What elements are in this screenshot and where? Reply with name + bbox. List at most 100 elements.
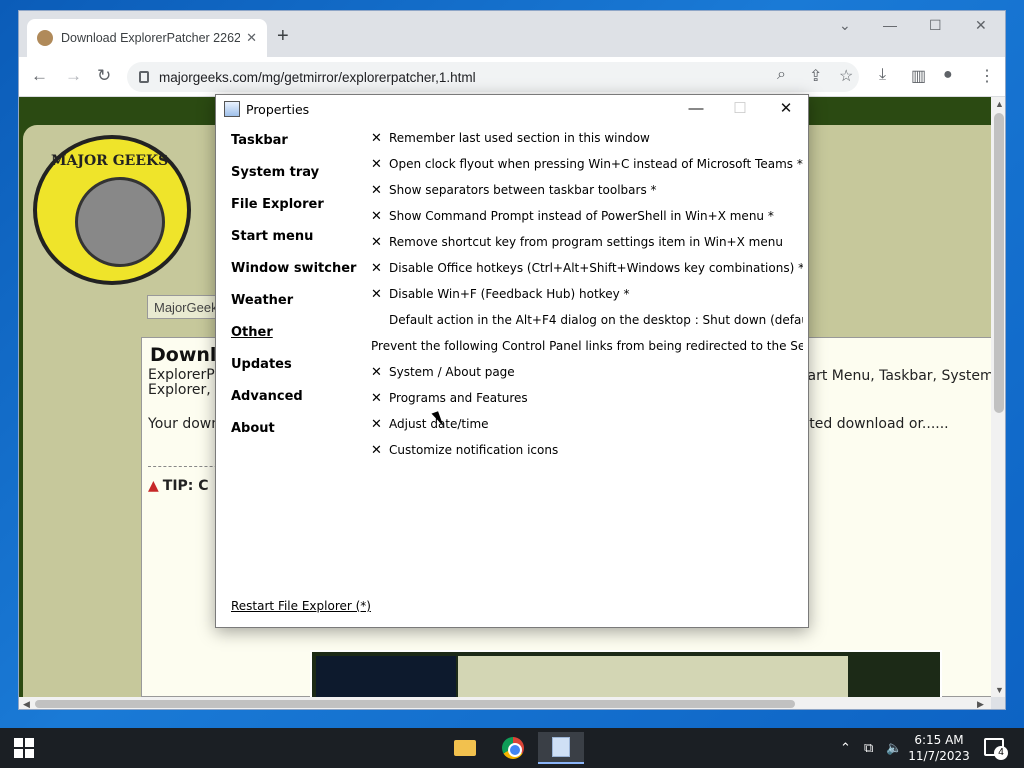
majorgeeks-logo[interactable]: MAJOR GEEKS (33, 135, 191, 285)
restart-file-explorer-link[interactable]: Restart File Explorer (*) (231, 599, 371, 613)
taskbar: ⌃ ⧉ 🔈 6:15 AM 11/7/2023 4 (0, 728, 1024, 768)
bookmark-star-icon[interactable]: ☆ (839, 66, 853, 86)
dialog-title: Properties (246, 102, 310, 117)
check-mark-icon: ✕ (371, 208, 382, 224)
option-label: Open clock flyout when pressing Win+C in… (389, 157, 803, 171)
download-status-right: sted download or...... (802, 416, 949, 432)
nav-item-taskbar[interactable]: Taskbar (231, 125, 371, 157)
check-mark-icon: ✕ (371, 364, 382, 380)
nav-item-system-tray[interactable]: System tray (231, 157, 371, 189)
horizontal-scroll-thumb[interactable] (35, 700, 795, 708)
scroll-left-icon[interactable]: ◀ (23, 699, 30, 709)
thumbnail-desktop (316, 656, 456, 697)
browser-tab[interactable]: Download ExplorerPatcher 2262 ✕ (27, 19, 267, 57)
option-alt-f4-default-action[interactable]: Default action in the Alt+F4 dialog on t… (371, 307, 803, 333)
close-window-button[interactable]: ✕ (975, 17, 987, 34)
option-label: Prevent the following Control Panel link… (371, 339, 803, 353)
notification-count-badge: 4 (994, 746, 1008, 760)
warning-icon: ▲ (148, 478, 159, 494)
side-panel-icon[interactable]: ▥ (911, 66, 926, 86)
back-button[interactable]: ← (31, 66, 48, 86)
tab-title: Download ExplorerPatcher 2262 (61, 31, 241, 45)
check-mark-icon: ✕ (371, 130, 382, 146)
maximize-button[interactable]: ☐ (929, 17, 942, 34)
option-label: Show separators between taskbar toolbars… (389, 183, 657, 197)
option-disable-office-hotkeys[interactable]: ✕ Disable Office hotkeys (Ctrl+Alt+Shift+… (371, 255, 803, 281)
option-system-about-page[interactable]: ✕ System / About page (371, 359, 803, 385)
windows-logo-icon (25, 749, 34, 758)
option-label: System / About page (389, 365, 515, 379)
tray-chevron-icon[interactable]: ⌃ (840, 740, 851, 756)
tab-close-icon[interactable]: ✕ (246, 30, 257, 46)
control-panel-links-heading: Prevent the following Control Panel link… (371, 333, 803, 359)
nav-item-about[interactable]: About (231, 413, 371, 445)
dialog-minimize-button[interactable]: — (676, 98, 716, 122)
option-command-prompt[interactable]: ✕ Show Command Prompt instead of PowerShe… (371, 203, 803, 229)
option-programs-features[interactable]: ✕ Programs and Features (371, 385, 803, 411)
logo-text: MAJOR GEEKS (51, 153, 169, 169)
dialog-titlebar[interactable]: Properties — ☐ ✕ (216, 95, 808, 123)
scroll-right-icon[interactable]: ▶ (977, 699, 984, 709)
option-customize-notification-icons[interactable]: ✕ Customize notification icons (371, 437, 803, 463)
vertical-scroll-thumb[interactable] (994, 113, 1004, 413)
option-toolbar-separators[interactable]: ✕ Show separators between taskbar toolbar… (371, 177, 803, 203)
start-button[interactable] (14, 738, 34, 758)
tip-label: TIP: C (162, 478, 209, 494)
scroll-down-icon[interactable]: ▼ (995, 685, 1004, 695)
taskbar-file-explorer[interactable] (442, 732, 488, 764)
taskbar-properties[interactable] (538, 732, 584, 764)
reload-button[interactable]: ↻ (97, 66, 111, 86)
menu-icon[interactable]: ⋮ (979, 66, 995, 86)
new-tab-button[interactable]: + (277, 25, 289, 48)
nav-item-start-menu[interactable]: Start menu (231, 221, 371, 253)
taskbar-chrome[interactable] (490, 732, 536, 764)
tab-strip: Download ExplorerPatcher 2262 ✕ + ⌄ — ☐ … (19, 11, 1005, 57)
nav-item-window-switcher[interactable]: Window switcher (231, 253, 371, 285)
profile-icon[interactable]: ● (943, 66, 953, 84)
check-mark-icon: ✕ (371, 234, 382, 250)
zoom-icon[interactable]: ⌕ (777, 66, 786, 84)
download-icon[interactable]: ⤓ (879, 66, 886, 84)
check-mark-icon: ✕ (371, 416, 382, 432)
folder-icon (454, 740, 476, 756)
volume-icon[interactable]: 🔈 (886, 740, 902, 756)
system-clock[interactable]: 6:15 AM 11/7/2023 (908, 732, 970, 764)
check-mark-icon: ✕ (371, 182, 382, 198)
vertical-scrollbar[interactable]: ▲ ▼ (991, 97, 1005, 697)
option-remove-shortcut-key[interactable]: ✕ Remove shortcut key from program settin… (371, 229, 803, 255)
download-description-right: tart Menu, Taskbar, System (802, 368, 991, 384)
scroll-up-icon[interactable]: ▲ (995, 99, 1004, 109)
tip-text: ▲ TIP: C (148, 478, 209, 494)
tab-search-icon[interactable]: ⌄ (839, 17, 851, 34)
option-clock-flyout[interactable]: ✕ Open clock flyout when pressing Win+C i… (371, 151, 803, 177)
clock-date: 11/7/2023 (908, 749, 970, 763)
dialog-close-button[interactable]: ✕ (766, 98, 806, 122)
option-disable-win-f[interactable]: ✕ Disable Win+F (Feedback Hub) hotkey * (371, 281, 803, 307)
address-bar[interactable]: majorgeeks.com/mg/getmirror/explorerpatc… (127, 62, 859, 92)
favicon-icon (37, 30, 53, 46)
option-label: Remove shortcut key from program setting… (389, 235, 783, 249)
properties-dialog: Properties — ☐ ✕ Taskbar System tray Fil… (215, 94, 809, 628)
minimize-button[interactable]: — (883, 17, 897, 33)
horizontal-scrollbar[interactable]: ◀ ▶ (19, 697, 991, 709)
url-text: majorgeeks.com/mg/getmirror/explorerpatc… (159, 69, 476, 85)
nav-item-updates[interactable]: Updates (231, 349, 371, 381)
nav-item-other[interactable]: Other (231, 317, 371, 349)
properties-app-icon (224, 101, 240, 117)
video-thumbnail[interactable] (310, 650, 942, 697)
check-mark-icon: ✕ (371, 260, 382, 276)
option-label: Disable Office hotkeys (Ctrl+Alt+Shift+W… (389, 261, 803, 275)
option-label: Remember last used section in this windo… (389, 131, 650, 145)
network-icon[interactable]: ⧉ (864, 740, 873, 756)
share-icon[interactable]: ⇪ (809, 66, 822, 86)
nav-item-weather[interactable]: Weather (231, 285, 371, 317)
forward-button[interactable]: → (65, 66, 82, 86)
option-label: Disable Win+F (Feedback Hub) hotkey * (389, 287, 630, 301)
windows-logo-icon (14, 738, 23, 747)
nav-item-file-explorer[interactable]: File Explorer (231, 189, 371, 221)
nav-item-advanced[interactable]: Advanced (231, 381, 371, 413)
option-label: Show Command Prompt instead of PowerShel… (389, 209, 774, 223)
clock-time: 6:15 AM (914, 733, 964, 747)
check-mark-icon: ✕ (371, 286, 382, 302)
option-remember-section[interactable]: ✕ Remember last used section in this wind… (371, 125, 803, 151)
